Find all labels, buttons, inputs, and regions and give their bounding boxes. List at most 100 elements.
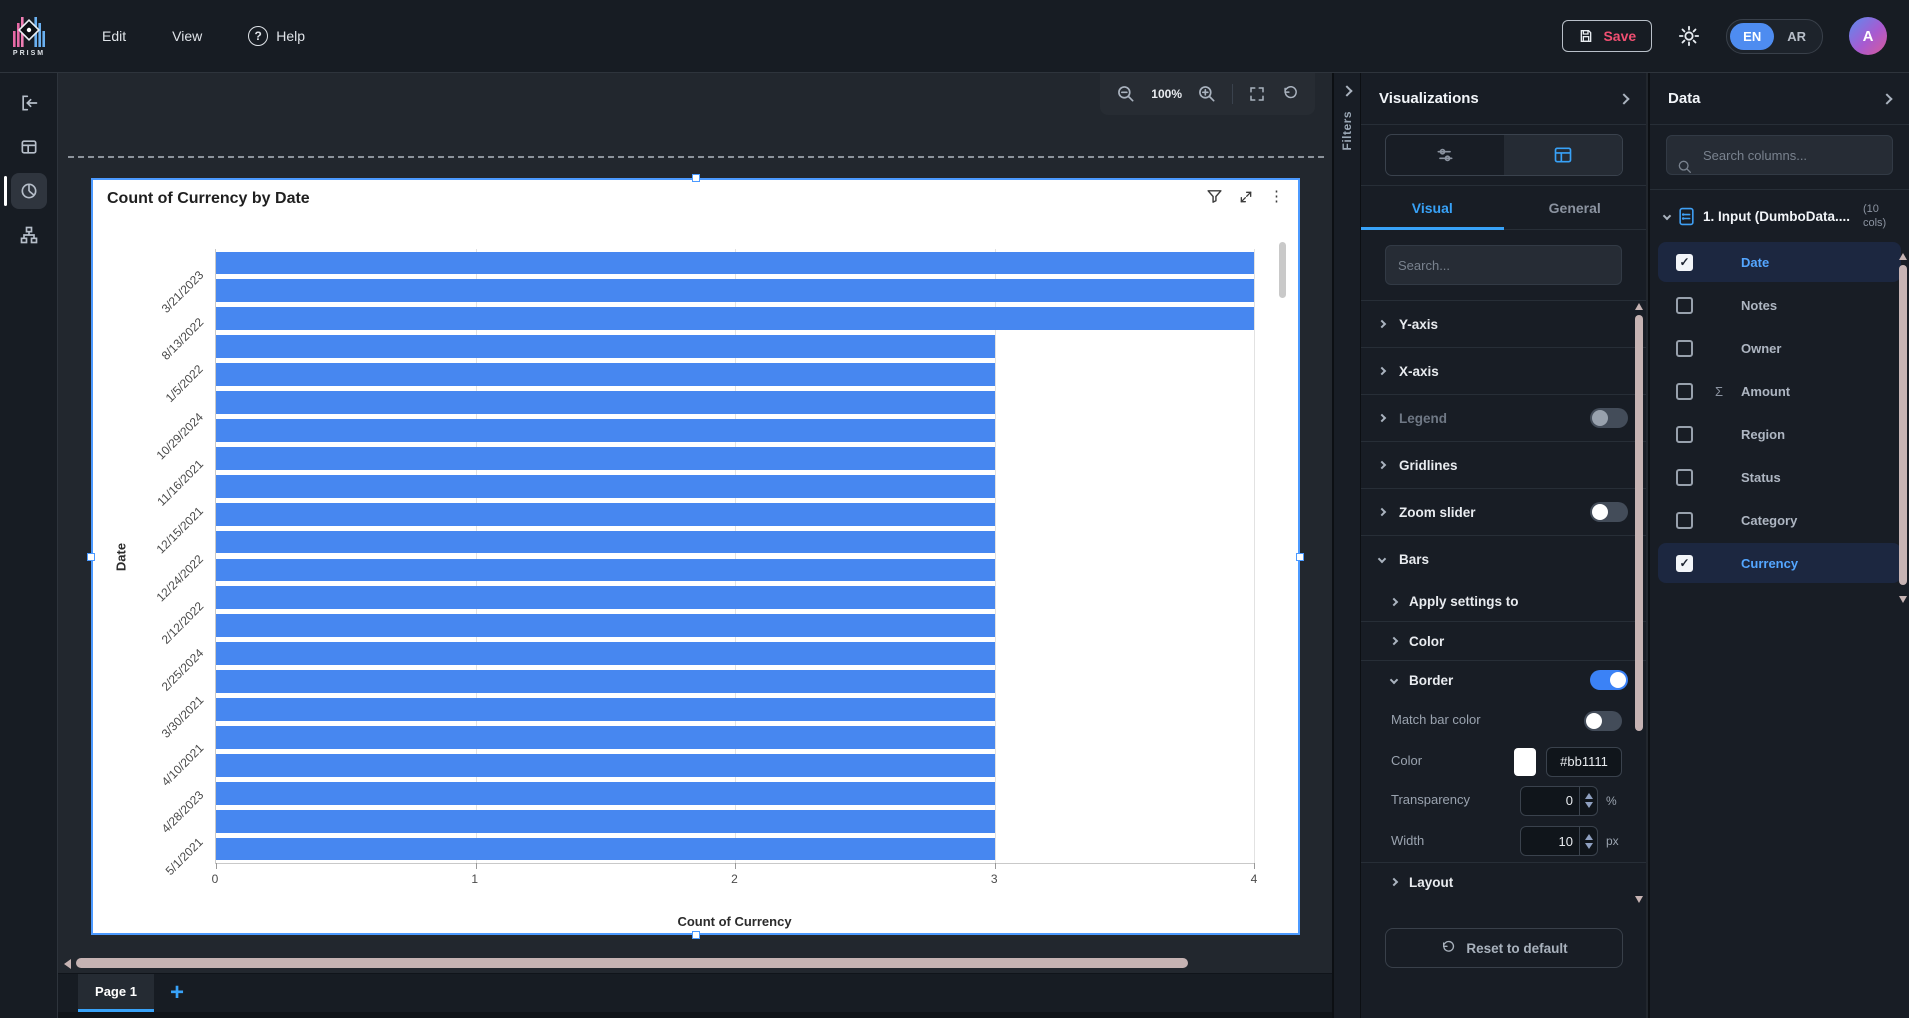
bar[interactable] bbox=[216, 474, 995, 498]
lang-ar-button[interactable]: AR bbox=[1774, 23, 1819, 50]
bar[interactable] bbox=[216, 279, 1254, 303]
section-gridlines[interactable]: Gridlines bbox=[1361, 441, 1646, 488]
bar[interactable] bbox=[216, 307, 1254, 331]
width-input[interactable] bbox=[1521, 833, 1579, 849]
collapse-panel-icon[interactable] bbox=[1881, 92, 1893, 105]
bar[interactable] bbox=[216, 725, 995, 749]
search-columns-input[interactable] bbox=[1666, 135, 1893, 175]
bar[interactable] bbox=[216, 698, 995, 721]
viz-settings-mode-button[interactable] bbox=[1386, 135, 1504, 175]
bar[interactable] bbox=[216, 809, 995, 833]
scroll-down-arrow[interactable] bbox=[1635, 896, 1643, 903]
zoom-out-icon[interactable] bbox=[1116, 84, 1136, 104]
section-legend[interactable]: Legend bbox=[1361, 394, 1646, 441]
fullscreen-icon[interactable] bbox=[1248, 85, 1266, 103]
section-bars[interactable]: Bars bbox=[1361, 535, 1646, 582]
scroll-thumb[interactable] bbox=[1635, 315, 1643, 731]
tab-page-1[interactable]: Page 1 bbox=[78, 974, 154, 1012]
rail-layout-button[interactable] bbox=[0, 125, 58, 169]
filters-label[interactable]: Filters bbox=[1340, 111, 1354, 151]
column-row-category[interactable]: Category bbox=[1658, 500, 1901, 540]
bars-border-section[interactable]: Border bbox=[1361, 660, 1646, 699]
expand-icon[interactable] bbox=[1238, 189, 1254, 205]
column-row-status[interactable]: Status bbox=[1658, 457, 1901, 497]
match-bar-color-toggle[interactable] bbox=[1584, 710, 1622, 731]
column-row-amount[interactable]: Σ Amount bbox=[1658, 371, 1901, 411]
menu-help[interactable]: ? Help bbox=[248, 26, 305, 46]
filter-funnel-icon[interactable] bbox=[1206, 188, 1223, 205]
column-row-region[interactable]: Region bbox=[1658, 414, 1901, 454]
rail-exit-button[interactable] bbox=[0, 81, 58, 125]
scroll-up-arrow[interactable] bbox=[1635, 303, 1643, 310]
bars-color-section[interactable]: Color bbox=[1361, 621, 1646, 660]
collapse-panel-icon[interactable] bbox=[1618, 92, 1630, 105]
theme-sun-icon[interactable] bbox=[1678, 25, 1700, 47]
bar[interactable] bbox=[216, 586, 995, 610]
reset-to-default-button[interactable]: Reset to default bbox=[1385, 928, 1623, 968]
resize-handle-right[interactable] bbox=[1296, 552, 1304, 561]
save-button[interactable]: Save bbox=[1562, 20, 1653, 52]
column-row-owner[interactable]: Owner bbox=[1658, 328, 1901, 368]
zoom-slider-toggle[interactable] bbox=[1590, 502, 1628, 522]
checkbox[interactable] bbox=[1676, 425, 1693, 443]
bar[interactable] bbox=[216, 335, 995, 359]
transparency-input[interactable] bbox=[1521, 793, 1579, 808]
spin-down-icon[interactable] bbox=[1584, 842, 1593, 849]
bar[interactable] bbox=[216, 251, 1254, 275]
spin-down-icon[interactable] bbox=[1584, 802, 1593, 808]
bars-apply-settings[interactable]: Apply settings to bbox=[1361, 582, 1646, 621]
scroll-left-arrow[interactable] bbox=[64, 959, 71, 969]
prism-logo[interactable]: PRISM bbox=[0, 0, 58, 73]
rail-charts-button[interactable] bbox=[0, 169, 58, 213]
kebab-menu-icon[interactable]: ⋮ bbox=[1269, 189, 1284, 204]
resize-handle-top[interactable] bbox=[691, 174, 700, 182]
border-color-hex-input[interactable] bbox=[1546, 746, 1622, 777]
column-row-currency[interactable]: ✓ Currency bbox=[1658, 543, 1901, 583]
canvas[interactable]: 100% Count of Currency by Date ⋮ Date 3/… bbox=[58, 73, 1332, 1018]
zoom-in-icon[interactable] bbox=[1197, 84, 1217, 104]
scroll-down-arrow[interactable] bbox=[1899, 596, 1907, 603]
color-swatch-button[interactable] bbox=[1514, 747, 1536, 776]
menu-edit[interactable]: Edit bbox=[102, 28, 126, 44]
scroll-thumb[interactable] bbox=[76, 958, 1188, 968]
checkbox[interactable] bbox=[1676, 511, 1693, 529]
bar[interactable] bbox=[216, 614, 995, 638]
bars-layout-section[interactable]: Layout bbox=[1361, 862, 1646, 901]
bar[interactable] bbox=[216, 418, 995, 442]
checkbox[interactable] bbox=[1676, 296, 1693, 314]
column-row-date[interactable]: ✓ Date bbox=[1658, 242, 1901, 282]
chart-scrollbar[interactable] bbox=[1279, 242, 1286, 298]
add-page-button[interactable]: + bbox=[154, 974, 200, 1012]
legend-toggle[interactable] bbox=[1590, 408, 1628, 428]
spin-up-icon[interactable] bbox=[1584, 833, 1593, 840]
bar[interactable] bbox=[216, 363, 995, 387]
bar[interactable] bbox=[216, 530, 995, 554]
scroll-thumb[interactable] bbox=[1899, 265, 1907, 585]
bar[interactable] bbox=[216, 446, 995, 470]
bar[interactable] bbox=[216, 391, 995, 414]
checkbox[interactable] bbox=[1676, 382, 1693, 400]
rail-flow-button[interactable] bbox=[0, 213, 58, 257]
resize-handle-bottom[interactable] bbox=[691, 931, 700, 939]
spin-up-icon[interactable] bbox=[1584, 793, 1593, 799]
menu-view[interactable]: View bbox=[172, 28, 202, 44]
checkbox-checked[interactable]: ✓ bbox=[1676, 253, 1693, 271]
bar[interactable] bbox=[216, 753, 995, 777]
scroll-up-arrow[interactable] bbox=[1899, 253, 1907, 260]
tab-visual[interactable]: Visual bbox=[1361, 186, 1504, 230]
section-x-axis[interactable]: X-axis bbox=[1361, 347, 1646, 394]
border-toggle[interactable] bbox=[1590, 670, 1628, 690]
bar[interactable] bbox=[216, 670, 995, 694]
filters-expand-icon[interactable] bbox=[1341, 85, 1353, 97]
avatar[interactable]: A bbox=[1849, 17, 1887, 55]
viz-layout-mode-button[interactable] bbox=[1503, 135, 1622, 175]
bar[interactable] bbox=[216, 781, 995, 805]
section-y-axis[interactable]: Y-axis bbox=[1361, 300, 1646, 347]
reset-view-icon[interactable] bbox=[1281, 85, 1299, 103]
checkbox[interactable] bbox=[1676, 468, 1693, 486]
resize-handle-left[interactable] bbox=[87, 552, 95, 561]
column-row-notes[interactable]: Notes bbox=[1658, 285, 1901, 325]
chart-card[interactable]: Count of Currency by Date ⋮ Date 3/21/20… bbox=[87, 174, 1304, 939]
checkbox-checked[interactable]: ✓ bbox=[1676, 554, 1693, 572]
checkbox[interactable] bbox=[1676, 339, 1693, 357]
